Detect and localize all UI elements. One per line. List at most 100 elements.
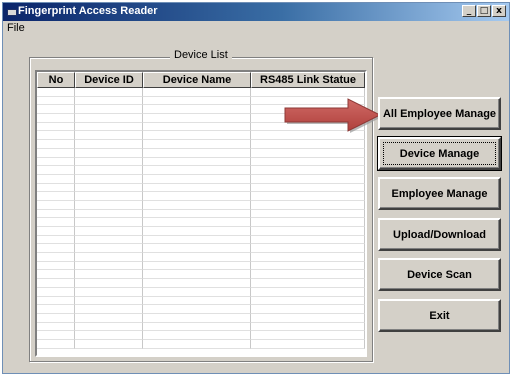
table-cell: [251, 88, 365, 97]
table-row[interactable]: [37, 157, 365, 167]
table-cell: [75, 166, 143, 175]
table-cell: [37, 279, 75, 288]
table-cell: [251, 174, 365, 184]
table-row[interactable]: [37, 313, 365, 323]
table-cell: [37, 114, 75, 123]
table-cell: [75, 261, 143, 271]
table-cell: [143, 105, 251, 115]
table-row[interactable]: [37, 140, 365, 149]
window-title: Fingerprint Access Reader: [18, 5, 158, 17]
table-row[interactable]: [37, 253, 365, 262]
table-row[interactable]: [37, 279, 365, 288]
table-cell: [251, 339, 365, 349]
table-cell: [143, 183, 251, 193]
table-cell: [75, 88, 143, 97]
table-cell: [251, 148, 365, 158]
table-cell: [75, 122, 143, 132]
minimize-button[interactable]: _: [462, 5, 476, 17]
table-cell: [75, 279, 143, 288]
table-cell: [143, 261, 251, 271]
table-row[interactable]: [37, 270, 365, 280]
table-header: No Device ID Device Name RS485 Link Stat…: [37, 72, 365, 88]
column-header-rs485-link-statue[interactable]: RS485 Link Statue: [251, 72, 365, 88]
title-bar[interactable]: Fingerprint Access Reader _ □ x: [3, 3, 509, 21]
table-row[interactable]: [37, 287, 365, 297]
table-row[interactable]: [37, 166, 365, 175]
table-cell: [37, 322, 75, 332]
table-cell: [143, 192, 251, 201]
table-cell: [143, 148, 251, 158]
table-cell: [37, 140, 75, 149]
table-cell: [37, 148, 75, 158]
table-cell: [143, 313, 251, 323]
table-row[interactable]: [37, 322, 365, 332]
table-cell: [143, 200, 251, 210]
table-cell: [75, 296, 143, 306]
table-cell: [75, 218, 143, 227]
table-cell: [251, 183, 365, 193]
table-row[interactable]: [37, 227, 365, 236]
table-cell: [75, 192, 143, 201]
upload-download-button[interactable]: Upload/Download: [378, 218, 501, 251]
table-row[interactable]: [37, 192, 365, 201]
table-cell: [37, 235, 75, 245]
menu-file[interactable]: File: [7, 22, 25, 34]
table-row[interactable]: [37, 305, 365, 314]
table-cell: [37, 261, 75, 271]
table-row[interactable]: [37, 148, 365, 158]
table-row[interactable]: [37, 200, 365, 210]
column-header-device-id[interactable]: Device ID: [75, 72, 143, 88]
table-cell: [75, 322, 143, 332]
app-window: Fingerprint Access Reader _ □ x File Dev…: [2, 2, 510, 374]
menu-bar: File: [3, 22, 509, 36]
table-cell: [75, 105, 143, 115]
table-cell: [251, 279, 365, 288]
table-cell: [75, 174, 143, 184]
table-row[interactable]: [37, 331, 365, 340]
maximize-button[interactable]: □: [477, 5, 491, 17]
table-row[interactable]: [37, 218, 365, 227]
all-employee-manage-button[interactable]: All Employee Manage: [378, 97, 501, 130]
table-row[interactable]: [37, 244, 365, 254]
table-cell: [251, 157, 365, 167]
table-row[interactable]: [37, 88, 365, 97]
device-scan-button[interactable]: Device Scan: [378, 258, 501, 291]
table-cell: [75, 148, 143, 158]
table-cell: [251, 192, 365, 201]
table-row[interactable]: [37, 209, 365, 219]
table-row[interactable]: [37, 174, 365, 184]
device-manage-button[interactable]: Device Manage: [377, 136, 502, 171]
column-header-no[interactable]: No: [37, 72, 75, 88]
table-cell: [37, 88, 75, 97]
table-cell: [251, 200, 365, 210]
focus-rect: [383, 142, 496, 165]
table-cell: [37, 253, 75, 262]
table-cell: [37, 174, 75, 184]
table-row[interactable]: [37, 261, 365, 271]
table-row[interactable]: [37, 235, 365, 245]
table-row[interactable]: [37, 183, 365, 193]
table-cell: [143, 157, 251, 167]
close-button[interactable]: x: [492, 5, 506, 17]
table-cell: [251, 166, 365, 175]
table-cell: [75, 331, 143, 340]
table-cell: [75, 339, 143, 349]
table-cell: [251, 296, 365, 306]
table-row[interactable]: [37, 296, 365, 306]
table-cell: [37, 192, 75, 201]
table-cell: [143, 209, 251, 219]
table-cell: [37, 122, 75, 132]
exit-button[interactable]: Exit: [378, 299, 501, 332]
table-cell: [143, 96, 251, 106]
table-cell: [37, 305, 75, 314]
column-header-device-name[interactable]: Device Name: [143, 72, 251, 88]
table-cell: [37, 200, 75, 210]
table-row[interactable]: [37, 339, 365, 349]
table-cell: [251, 227, 365, 236]
device-list-legend: Device List: [170, 49, 232, 61]
table-cell: [37, 331, 75, 340]
employee-manage-button[interactable]: Employee Manage: [378, 177, 501, 210]
table-cell: [75, 131, 143, 141]
table-cell: [143, 131, 251, 141]
table-cell: [143, 166, 251, 175]
